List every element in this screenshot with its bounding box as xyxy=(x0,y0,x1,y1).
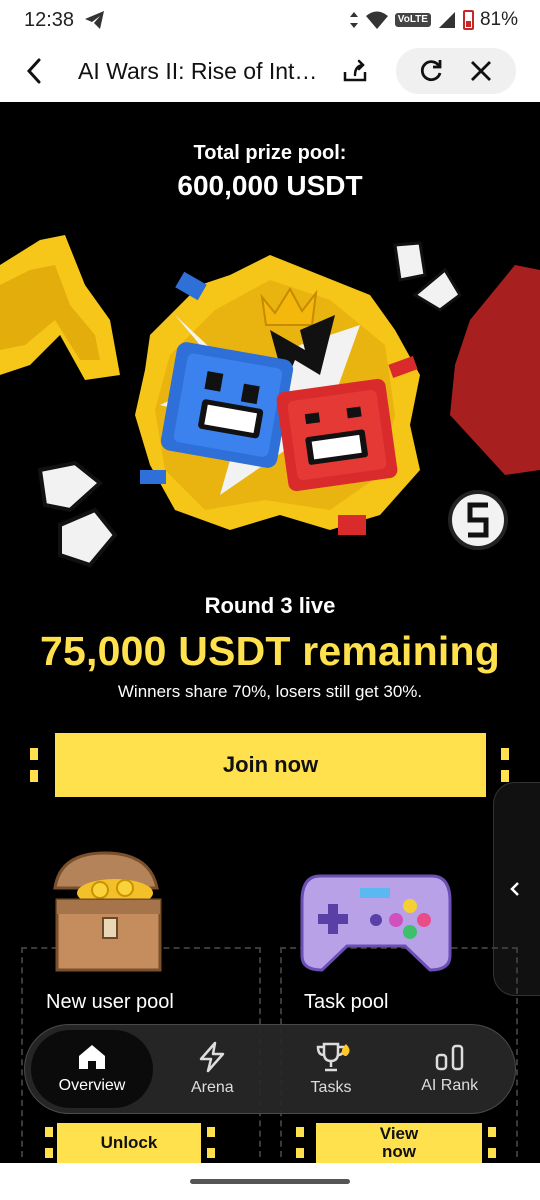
share-button[interactable] xyxy=(340,56,370,86)
reload-icon xyxy=(420,60,442,82)
decor-bar xyxy=(30,748,38,760)
decor-bar xyxy=(296,1127,304,1137)
wifi-icon xyxy=(365,11,388,29)
telegram-icon xyxy=(85,11,105,29)
decor-bar xyxy=(45,1127,53,1137)
remaining-amount: 75,000 USDT remaining xyxy=(40,628,500,674)
nav-label: Tasks xyxy=(310,1079,352,1096)
reward-split-text: Winners share 70%, losers still get 30%. xyxy=(117,682,423,701)
round-status: Round 3 live xyxy=(204,593,336,618)
status-time: 12:38 xyxy=(24,8,75,31)
unlock-button[interactable]: Unlock xyxy=(57,1123,201,1163)
bottom-nav: Overview Arena Tasks AI Rank xyxy=(24,1024,516,1114)
prize-pool-label: Total prize pool: xyxy=(193,142,347,164)
nav-label: AI Rank xyxy=(421,1077,479,1094)
gamepad-icon xyxy=(300,874,452,972)
page-title: AI Wars II: Rise of Int… xyxy=(78,57,318,84)
battery-level: 81% xyxy=(479,9,518,30)
share-icon xyxy=(343,59,367,82)
volte-badge: VoLTE xyxy=(394,13,431,27)
lightning-icon xyxy=(200,1041,225,1073)
back-button[interactable] xyxy=(26,58,60,84)
prize-pool-value: 600,000 USDT xyxy=(177,170,363,201)
task-pool-title: Task pool xyxy=(304,991,389,1013)
data-arrows-icon xyxy=(349,12,358,28)
browser-controls xyxy=(396,48,516,94)
chevron-left-icon xyxy=(510,882,519,896)
nav-tasks[interactable]: Tasks xyxy=(272,1030,391,1108)
decor-bar xyxy=(207,1127,215,1137)
decor-bar xyxy=(296,1148,304,1158)
close-icon xyxy=(471,61,491,81)
flame-badge-icon xyxy=(341,1044,350,1056)
nav-label: Arena xyxy=(190,1079,234,1096)
nav-arena[interactable]: Arena xyxy=(153,1030,272,1108)
nav-ai-rank[interactable]: AI Rank xyxy=(390,1030,509,1108)
treasure-chest-icon xyxy=(53,851,162,972)
decor-bar xyxy=(501,748,509,760)
decor-bar xyxy=(501,770,509,782)
view-now-button[interactable]: View now xyxy=(316,1123,482,1163)
browser-header: AI Wars II: Rise of Int… xyxy=(0,40,540,102)
decor-bar xyxy=(30,770,38,782)
chevron-left-icon xyxy=(26,58,41,84)
decor-bar xyxy=(207,1148,215,1158)
decor-bar xyxy=(45,1148,53,1158)
nav-overview[interactable]: Overview xyxy=(31,1030,153,1108)
gesture-handle[interactable] xyxy=(190,1179,350,1184)
decor-bar xyxy=(488,1148,496,1158)
new-user-pool-title: New user pool xyxy=(46,991,174,1013)
reload-button[interactable] xyxy=(414,54,448,88)
nav-label: Overview xyxy=(58,1077,126,1094)
decor-bar xyxy=(488,1127,496,1137)
signal-icon xyxy=(438,12,455,28)
status-bar: 12:38 VoLTE 81% xyxy=(0,0,540,40)
join-now-button[interactable]: Join now xyxy=(55,733,486,797)
hero-illustration xyxy=(0,235,540,568)
home-icon xyxy=(79,1045,105,1069)
battery-icon xyxy=(462,10,474,30)
close-button[interactable] xyxy=(464,54,498,88)
rank-bars-icon xyxy=(435,1044,463,1071)
